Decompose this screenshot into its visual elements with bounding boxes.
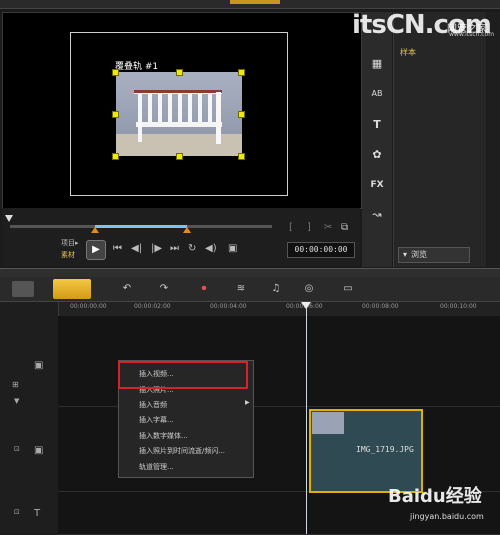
- clip-name: IMG_1719.JPG: [356, 445, 414, 454]
- mark-in-icon[interactable]: [: [289, 222, 293, 233]
- scrubber-playhead[interactable]: [5, 215, 13, 222]
- timeline-view-button[interactable]: [53, 279, 91, 299]
- trim-out-marker[interactable]: [183, 227, 191, 233]
- play-button[interactable]: ▶: [86, 240, 106, 260]
- top-menu-bar: [0, 0, 500, 9]
- panel-divider[interactable]: [0, 268, 500, 277]
- next-frame-icon[interactable]: |▶: [151, 243, 162, 254]
- trim-selection: [95, 225, 187, 228]
- resize-handle[interactable]: [238, 69, 245, 76]
- track-headers: [0, 302, 59, 534]
- motion-tracking-icon[interactable]: ◎: [298, 280, 320, 298]
- sound-mixer-icon[interactable]: ≋: [230, 280, 252, 298]
- resize-handle[interactable]: [176, 153, 183, 160]
- timecode-display[interactable]: 00:00:00:00: [287, 242, 355, 258]
- resize-handle[interactable]: [176, 69, 183, 76]
- sample-folder-label[interactable]: 样本: [400, 47, 416, 58]
- menu-item-insert-digital-media[interactable]: 插入数字媒体...: [139, 431, 188, 441]
- itscn-watermark-url: www.itscn.com: [449, 31, 495, 38]
- submenu-arrow-icon: ▶: [245, 399, 250, 406]
- ab-transition-icon[interactable]: AB: [368, 87, 386, 101]
- menu-item-insert-audio[interactable]: 插入音频: [139, 400, 167, 410]
- menu-item-insert-photo-timelapse[interactable]: 插入照片到时间流逝/频闪...: [139, 446, 225, 456]
- transition-icon[interactable]: ▦: [368, 57, 386, 71]
- resize-handle[interactable]: [112, 153, 119, 160]
- track-manager-icon[interactable]: ⊞: [12, 380, 19, 389]
- timeline-playhead[interactable]: [301, 302, 311, 309]
- home-icon[interactable]: ⏮: [113, 243, 122, 254]
- subtitle-editor-icon[interactable]: ▭: [337, 280, 359, 298]
- undo-icon[interactable]: ↶: [116, 280, 138, 298]
- menu-item-insert-subtitle[interactable]: 插入字幕...: [139, 415, 174, 425]
- highlight-box: [118, 361, 248, 389]
- browse-label: 浏览: [411, 250, 428, 259]
- ruler-tick: 00:00:02:00: [134, 303, 171, 310]
- browse-icon: ▾: [403, 250, 408, 259]
- title-icon[interactable]: T: [368, 118, 386, 132]
- ruler-tick: 00:00:04:00: [210, 303, 247, 310]
- browse-button[interactable]: ▾ 浏览: [398, 247, 470, 263]
- volume-icon[interactable]: ◀): [205, 243, 217, 254]
- timeline-playhead-line[interactable]: [306, 305, 307, 534]
- overlay-photo[interactable]: [116, 72, 242, 156]
- library-scrollbar[interactable]: [487, 12, 500, 267]
- baidu-watermark: Baidu经验: [388, 486, 482, 507]
- menu-item-track-manager[interactable]: 轨道管理...: [139, 462, 174, 472]
- track-lock-icon[interactable]: ⊡: [14, 445, 20, 453]
- repeat-icon[interactable]: ↻: [188, 243, 196, 254]
- hd-preview-icon[interactable]: ▣: [228, 243, 237, 254]
- overlay-track-label: 覆叠轨 #1: [115, 62, 159, 72]
- baidu-watermark-url: jingyan.baidu.com: [410, 512, 484, 521]
- ruler-tick: 00:00:10:00: [440, 303, 477, 310]
- graphic-icon[interactable]: ✿: [368, 148, 386, 162]
- resize-handle[interactable]: [112, 69, 119, 76]
- ruler-tick: 00:00:08:00: [362, 303, 399, 310]
- title-track-icon[interactable]: T: [34, 508, 40, 519]
- trim-in-marker[interactable]: [91, 227, 99, 233]
- resize-handle[interactable]: [238, 111, 245, 118]
- timeline-ruler[interactable]: [58, 302, 500, 317]
- end-icon[interactable]: ⏭: [170, 243, 179, 254]
- path-icon[interactable]: ↝: [368, 208, 386, 222]
- ruler-tick: 00:00:00:00: [70, 303, 107, 310]
- storyboard-view-button[interactable]: [12, 281, 34, 297]
- record-capture-icon[interactable]: ⏺: [193, 280, 215, 298]
- crib-photo: [116, 90, 242, 156]
- mark-out-icon[interactable]: ]: [307, 222, 311, 233]
- overlay-track-icon[interactable]: ▣: [34, 445, 43, 456]
- enlarge-icon[interactable]: ⧉: [341, 222, 348, 233]
- split-icon[interactable]: ✂: [324, 222, 332, 233]
- library-toolbar: [362, 12, 392, 267]
- auto-music-icon[interactable]: ♫: [265, 280, 287, 298]
- video-track-icon[interactable]: ▣: [34, 360, 43, 371]
- resize-handle[interactable]: [238, 153, 245, 160]
- clip-thumbnail: [312, 412, 344, 434]
- project-mode-label[interactable]: 项目▸: [61, 238, 79, 248]
- prev-frame-icon[interactable]: ◀|: [131, 243, 142, 254]
- redo-icon[interactable]: ↷: [153, 280, 175, 298]
- fx-icon[interactable]: FX: [368, 178, 386, 192]
- track-lock-icon[interactable]: ⊡: [14, 508, 20, 516]
- track-collapse-icon[interactable]: ▼: [14, 397, 19, 405]
- active-tab-accent: [230, 0, 280, 4]
- resize-handle[interactable]: [112, 111, 119, 118]
- clip-mode-label[interactable]: 素材: [61, 250, 75, 260]
